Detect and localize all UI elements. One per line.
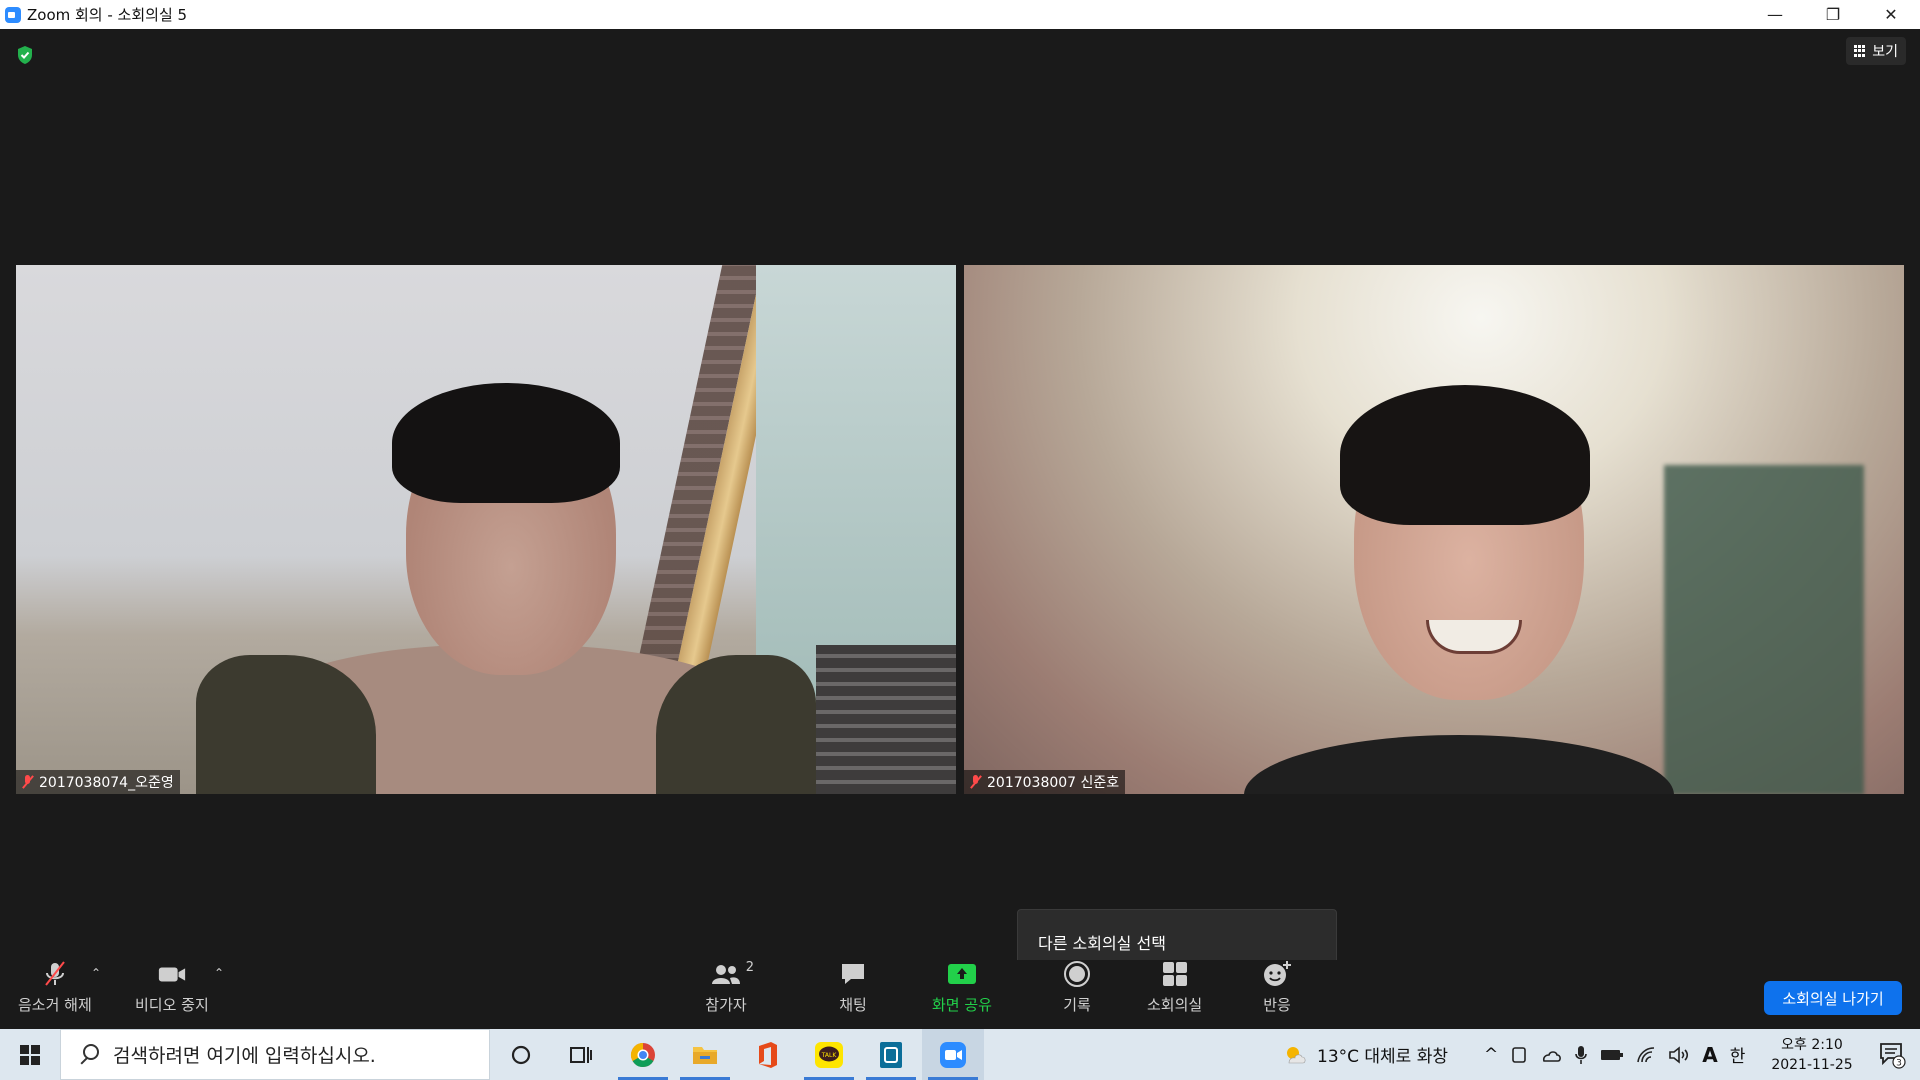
- reactions-button[interactable]: 반응: [1262, 960, 1292, 1015]
- unmute-button[interactable]: 음소거 해제: [18, 960, 92, 1015]
- record-button[interactable]: 기록: [1062, 960, 1092, 1015]
- participants-label: 참가자: [705, 996, 747, 1014]
- weather-text: 13°C 대체로 화창: [1317, 1047, 1449, 1067]
- chat-button[interactable]: 채팅: [838, 960, 868, 1015]
- leave-breakout-room-button[interactable]: 소회의실 나가기: [1764, 981, 1902, 1015]
- view-button[interactable]: 보기: [1846, 37, 1906, 65]
- breakout-rooms-button[interactable]: 소회의실: [1147, 960, 1202, 1015]
- zoom-icon: [940, 1041, 966, 1068]
- tray-expand-icon[interactable]: ^: [1484, 1045, 1498, 1065]
- clock-time: 오후 2:10: [1781, 1037, 1843, 1053]
- kakaotalk-icon: TALK: [815, 1041, 843, 1068]
- participants-count: 2: [745, 960, 754, 975]
- windows-taskbar: 검색하려면 여기에 입력하십시오. TALK 13°C 대체로 화창 ^ A 한…: [0, 1029, 1920, 1080]
- unmute-label: 음소거 해제: [18, 996, 92, 1014]
- participants-icon: 2: [698, 960, 754, 988]
- taskbar-zoom[interactable]: [922, 1029, 984, 1080]
- battery-icon[interactable]: [1600, 1048, 1624, 1062]
- view-label: 보기: [1872, 44, 1898, 60]
- cortana-button[interactable]: [490, 1029, 552, 1080]
- weather-partly-sunny-icon: [1287, 1046, 1306, 1063]
- task-view-icon: [570, 1046, 592, 1063]
- volume-icon[interactable]: [1668, 1045, 1690, 1064]
- video-tile-1[interactable]: 2017038074_오준영: [16, 265, 956, 794]
- system-tray: ^ A 한: [1484, 1029, 1745, 1080]
- participant-name: 2017038074_오준영: [39, 775, 174, 791]
- meeting-area: 보기 2017038074_오준영 2017038007 신준호 다른 소회의실…: [0, 29, 1920, 1029]
- taskbar-kakaotalk[interactable]: TALK: [798, 1029, 860, 1080]
- close-button[interactable]: ✕: [1862, 0, 1920, 29]
- ime-letter-icon[interactable]: A: [1702, 1043, 1717, 1067]
- participant-name-tag: 2017038007 신준호: [964, 770, 1126, 794]
- taskbar-app-window[interactable]: [860, 1029, 922, 1080]
- windows-logo-icon: [20, 1044, 40, 1065]
- office-icon: [759, 1041, 777, 1068]
- window-title: Zoom 회의 - 소회의실 5: [27, 6, 188, 24]
- notification-icon: 3: [1880, 1043, 1906, 1069]
- participant-name-tag: 2017038074_오준영: [16, 770, 180, 794]
- stop-video-button[interactable]: 비디오 중지: [135, 960, 209, 1015]
- mic-muted-icon: [40, 960, 70, 988]
- ime-mode-indicator[interactable]: 한: [1730, 1042, 1746, 1067]
- meeting-toolbar: 음소거 해제 ⌃ 비디오 중지 ⌃ 2 참가자 채팅 화면 공유 기록 소회의실…: [0, 960, 1920, 1029]
- wifi-icon[interactable]: [1636, 1046, 1656, 1064]
- record-label: 기록: [1063, 996, 1091, 1014]
- device-icon[interactable]: [1510, 1046, 1528, 1064]
- participant-name: 2017038007 신준호: [987, 775, 1120, 791]
- encryption-shield-icon[interactable]: [16, 45, 34, 65]
- kakao-talk-text: TALK: [821, 1052, 838, 1059]
- zoom-app-icon: [5, 6, 21, 23]
- reaction-smiley-icon: [1262, 960, 1292, 988]
- record-icon: [1062, 960, 1092, 988]
- taskbar-office[interactable]: [736, 1029, 798, 1080]
- share-screen-button[interactable]: 화면 공유: [932, 960, 992, 1015]
- chat-icon: [838, 960, 868, 988]
- weather-widget[interactable]: 13°C 대체로 화창: [1283, 1029, 1448, 1080]
- video-camera-icon: [157, 960, 187, 988]
- reactions-label: 반응: [1263, 996, 1291, 1014]
- search-placeholder: 검색하려면 여기에 입력하십시오.: [113, 1045, 376, 1067]
- muted-mic-icon: [22, 775, 34, 789]
- audio-options-caret[interactable]: ⌃: [91, 966, 101, 980]
- video-tile-2[interactable]: 2017038007 신준호: [964, 265, 1904, 794]
- video-options-caret[interactable]: ⌃: [214, 966, 224, 980]
- close-icon: ✕: [1884, 5, 1898, 24]
- window-controls: — ❐ ✕: [1746, 0, 1920, 29]
- clock-date: 2021-11-25: [1771, 1057, 1853, 1073]
- folder-icon: [693, 1046, 717, 1064]
- notification-center-button[interactable]: 3: [1878, 1041, 1906, 1069]
- search-icon: [77, 1043, 99, 1066]
- restore-button[interactable]: ❐: [1804, 0, 1862, 29]
- share-screen-icon: [947, 960, 977, 988]
- minimize-button[interactable]: —: [1746, 0, 1804, 29]
- chat-label: 채팅: [839, 996, 867, 1014]
- stop-video-label: 비디오 중지: [135, 996, 209, 1014]
- participant-video-2: [964, 265, 1904, 794]
- breakout-rooms-icon: [1160, 960, 1190, 988]
- minimize-icon: —: [1767, 5, 1783, 24]
- chrome-icon: [630, 1042, 655, 1067]
- notification-count: 3: [1896, 1059, 1902, 1069]
- task-view-button[interactable]: [550, 1029, 612, 1080]
- participants-button[interactable]: 2 참가자: [698, 960, 754, 1015]
- onedrive-cloud-icon[interactable]: [1540, 1046, 1562, 1064]
- cortana-icon: [511, 1045, 531, 1064]
- share-screen-label: 화면 공유: [932, 996, 992, 1014]
- restore-icon: ❐: [1825, 5, 1841, 24]
- participant-video-1: [16, 265, 956, 794]
- app-window-icon: [880, 1041, 902, 1068]
- grid-icon: [1854, 45, 1866, 57]
- muted-mic-icon: [970, 775, 982, 789]
- microphone-icon[interactable]: [1574, 1045, 1588, 1065]
- window-titlebar: Zoom 회의 - 소회의실 5 — ❐ ✕: [0, 0, 1920, 29]
- taskbar-chrome[interactable]: [612, 1029, 674, 1080]
- breakout-rooms-label: 소회의실: [1147, 996, 1203, 1014]
- start-button[interactable]: [0, 1029, 60, 1080]
- taskbar-search-box[interactable]: 검색하려면 여기에 입력하십시오.: [60, 1029, 490, 1080]
- taskbar-file-explorer[interactable]: [674, 1029, 736, 1080]
- taskbar-clock[interactable]: 오후 2:10 2021-11-25: [1766, 1035, 1858, 1075]
